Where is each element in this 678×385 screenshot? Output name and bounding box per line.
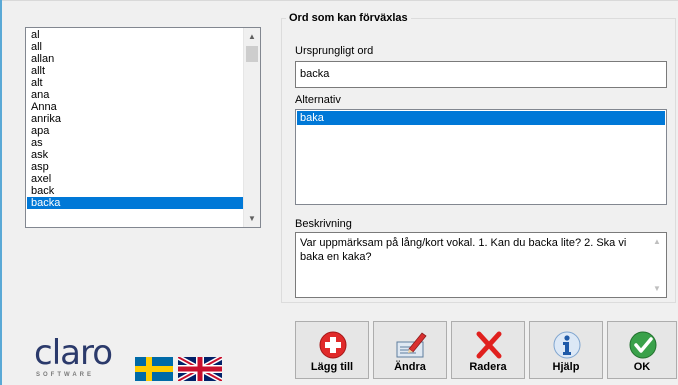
swedish-flag-icon[interactable] bbox=[135, 357, 173, 381]
claro-logo: claro SOFTWARE bbox=[34, 336, 114, 380]
help-button-label: Hjälp bbox=[552, 361, 580, 373]
description-label: Beskrivning bbox=[295, 218, 352, 230]
ok-button-label: OK bbox=[633, 361, 651, 373]
word-list-item[interactable]: backa bbox=[27, 197, 245, 209]
original-word-field[interactable]: backa bbox=[295, 61, 667, 88]
word-list-item[interactable]: alt bbox=[27, 77, 245, 89]
ok-button[interactable]: OK bbox=[607, 321, 677, 379]
scroll-thumb[interactable] bbox=[246, 46, 258, 62]
edit-button-label: Ändra bbox=[394, 361, 426, 373]
scroll-down-arrow-icon[interactable]: ▼ bbox=[649, 280, 665, 297]
add-button[interactable]: Lägg till bbox=[295, 321, 369, 379]
word-list-item[interactable]: ana bbox=[27, 89, 245, 101]
original-word-value: backa bbox=[300, 68, 330, 80]
window-top-border bbox=[2, 0, 678, 1]
description-scrollbar[interactable]: ▲ ▼ bbox=[649, 233, 666, 297]
scroll-down-arrow-icon[interactable]: ▼ bbox=[244, 210, 260, 227]
word-list-scrollbar[interactable]: ▲ ▼ bbox=[243, 28, 260, 227]
x-icon bbox=[476, 331, 502, 359]
word-list-item[interactable]: axel bbox=[27, 173, 245, 185]
alternatives-list[interactable]: baka bbox=[295, 109, 667, 205]
alternatives-label: Alternativ bbox=[295, 94, 341, 106]
help-button[interactable]: Hjälp bbox=[529, 321, 603, 379]
word-list-item[interactable]: back bbox=[27, 185, 245, 197]
description-field[interactable]: Var uppmärksam på lång/kort vokal. 1. Ka… bbox=[295, 232, 667, 298]
word-list-item[interactable]: al bbox=[27, 29, 245, 41]
delete-button[interactable]: Radera bbox=[451, 321, 525, 379]
group-title: Ord som kan förväxlas bbox=[286, 12, 411, 24]
plus-icon bbox=[319, 331, 347, 359]
word-list-item[interactable]: anrika bbox=[27, 113, 245, 125]
word-list-item[interactable]: apa bbox=[27, 125, 245, 137]
claro-logo-subtitle: SOFTWARE bbox=[36, 372, 94, 378]
word-list-item[interactable]: as bbox=[27, 137, 245, 149]
info-icon bbox=[553, 331, 581, 359]
delete-button-label: Radera bbox=[469, 361, 507, 373]
word-list-item[interactable]: all bbox=[27, 41, 245, 53]
original-word-label: Ursprungligt ord bbox=[295, 45, 374, 57]
word-list-item[interactable]: allan bbox=[27, 53, 245, 65]
window-left-border bbox=[0, 0, 2, 385]
uk-flag-icon[interactable] bbox=[178, 357, 222, 381]
checkmark-icon bbox=[629, 331, 657, 359]
pencil-card-icon bbox=[396, 332, 427, 358]
word-list-items: al all allan allt alt ana Anna anrika apa as ask as… bbox=[27, 29, 245, 209]
add-button-label: Lägg till bbox=[310, 361, 354, 373]
word-list[interactable]: al all allan allt alt ana Anna anrika apa as ask as… bbox=[25, 27, 261, 228]
claro-logo-word: claro bbox=[34, 333, 113, 373]
edit-button[interactable]: Ändra bbox=[373, 321, 447, 379]
word-list-item[interactable]: asp bbox=[27, 161, 245, 173]
scroll-up-arrow-icon[interactable]: ▲ bbox=[649, 233, 665, 250]
alternative-item[interactable]: baka bbox=[297, 111, 665, 125]
description-text: Var uppmärksam på lång/kort vokal. 1. Ka… bbox=[300, 237, 627, 263]
scroll-up-arrow-icon[interactable]: ▲ bbox=[244, 28, 260, 45]
word-list-item[interactable]: ask bbox=[27, 149, 245, 161]
word-list-item[interactable]: allt bbox=[27, 65, 245, 77]
word-list-item[interactable]: Anna bbox=[27, 101, 245, 113]
